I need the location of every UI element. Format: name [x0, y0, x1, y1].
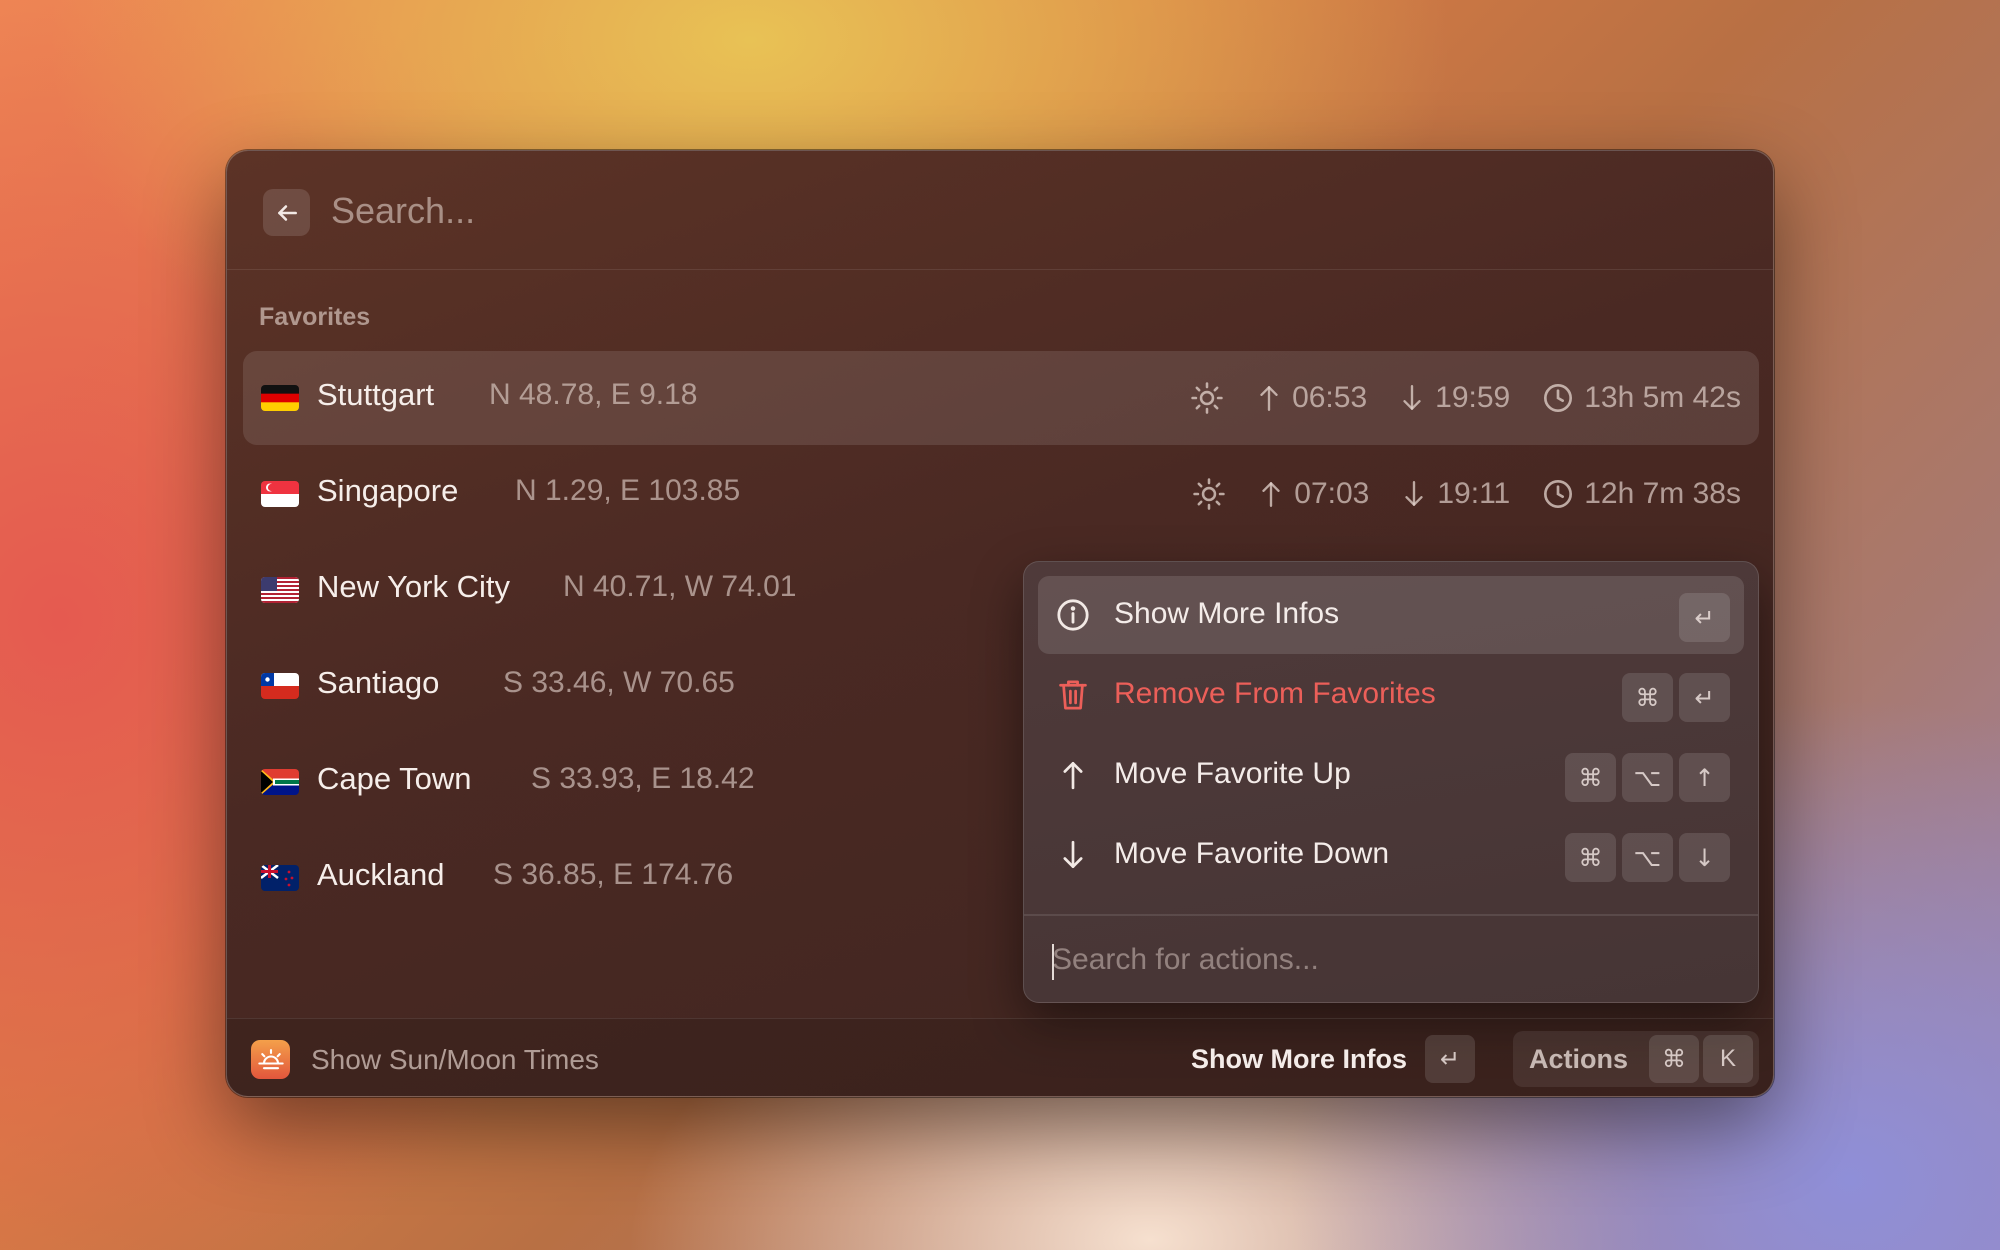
city-coordinates: S 36.85, E 174.76 — [493, 858, 734, 891]
search-bar — [227, 151, 1773, 270]
city-name: Santiago — [317, 665, 440, 700]
day-length: 12h 7m 38s — [1542, 477, 1741, 511]
footer-bar: Show Sun/Moon Times Show More Infos ↵ Ac… — [227, 1018, 1773, 1096]
germany-flag-icon — [261, 385, 299, 411]
k-key: K — [1703, 1035, 1753, 1083]
city-name: Auckland — [317, 857, 445, 892]
info-icon — [1056, 598, 1090, 632]
clock-icon — [1544, 480, 1573, 508]
sun-times: 07:03 19:11 12h 7m 38s — [1160, 471, 1741, 517]
action-label: Remove From Favorites — [1114, 677, 1436, 710]
option-key: ⌥ — [1622, 753, 1673, 802]
sunset-time: 19:11 — [1401, 477, 1510, 511]
usa-flag-icon — [261, 577, 299, 603]
sunrise-time: 06:53 — [1256, 381, 1367, 415]
command-key: ⌘ — [1565, 833, 1616, 882]
down-arrow-key: ↓ — [1679, 833, 1730, 882]
arrow-left-icon — [277, 204, 297, 221]
arrow-up-icon — [1056, 758, 1090, 792]
return-key: ↵ — [1679, 673, 1730, 722]
city-coordinates: S 33.46, W 70.65 — [503, 666, 735, 699]
singapore-flag-icon — [261, 481, 299, 507]
shortcut: ⌘ ⌥ ↑ — [1565, 753, 1730, 802]
city-coordinates: S 33.93, E 18.42 — [531, 762, 755, 795]
city-name: Cape Town — [317, 761, 472, 796]
sun-icon — [1190, 381, 1224, 415]
action-label: Show More Infos — [1114, 597, 1340, 630]
arrow-down-icon — [1405, 481, 1424, 506]
command-key: ⌘ — [1649, 1035, 1699, 1083]
option-key: ⌥ — [1622, 833, 1673, 882]
shortcut: ⌘ ⌥ ↓ — [1565, 833, 1730, 882]
command-key: ⌘ — [1622, 673, 1673, 722]
city-coordinates: N 48.78, E 9.18 — [489, 378, 698, 411]
sun-times: 06:53 19:59 13h 5m 42s — [1158, 375, 1741, 421]
trash-icon — [1056, 678, 1090, 712]
city-coordinates: N 40.71, W 74.01 — [563, 570, 797, 603]
back-button[interactable] — [263, 189, 310, 236]
day-length: 13h 5m 42s — [1542, 381, 1741, 415]
text-caret — [1052, 944, 1054, 980]
list-item-singapore[interactable]: Singapore N 1.29, E 103.85 07:03 19:11 1… — [243, 447, 1759, 541]
primary-action-button[interactable]: Show More Infos — [1191, 1044, 1407, 1075]
city-coordinates: N 1.29, E 103.85 — [515, 474, 741, 507]
up-arrow-key: ↑ — [1679, 753, 1730, 802]
clock-icon — [1544, 384, 1573, 412]
action-move-favorite-up[interactable]: Move Favorite Up ⌘ ⌥ ↑ — [1038, 736, 1744, 814]
raycast-window: Favorites Stuttgart N 48.78, E 9.18 06:5… — [226, 150, 1774, 1097]
arrow-down-icon — [1056, 838, 1090, 872]
action-panel: Show More Infos ↵ Remove From Favorites … — [1023, 561, 1759, 1003]
sunset-time: 19:59 — [1399, 381, 1510, 415]
command-title: Show Sun/Moon Times — [311, 1044, 599, 1075]
city-name: Stuttgart — [317, 377, 435, 412]
actions-search-input[interactable] — [1052, 932, 1712, 988]
city-name: Singapore — [317, 473, 459, 508]
shortcut: ⌘ ↵ — [1622, 673, 1730, 722]
section-title: Favorites — [259, 303, 371, 331]
action-show-more-infos[interactable]: Show More Infos ↵ — [1038, 576, 1744, 654]
chile-flag-icon — [261, 673, 299, 699]
command-key: ⌘ — [1565, 753, 1616, 802]
shortcut: ↵ — [1679, 593, 1730, 642]
sun-icon — [1192, 477, 1226, 511]
return-key: ↵ — [1425, 1035, 1475, 1083]
action-move-favorite-down[interactable]: Move Favorite Down ⌘ ⌥ ↓ — [1038, 816, 1744, 894]
sunrise-app-icon — [251, 1040, 290, 1079]
actions-label: Actions — [1529, 1044, 1629, 1074]
arrow-up-icon — [1260, 386, 1278, 411]
south-africa-flag-icon — [261, 769, 299, 795]
new-zealand-flag-icon — [261, 865, 299, 891]
action-label: Move Favorite Down — [1114, 837, 1390, 870]
sunrise-time: 07:03 — [1258, 477, 1369, 511]
arrow-down-icon — [1403, 385, 1421, 410]
actions-button[interactable]: Actions ⌘ K — [1513, 1031, 1759, 1087]
divider — [1024, 914, 1758, 916]
search-input[interactable] — [331, 185, 1331, 237]
return-key: ↵ — [1679, 593, 1730, 642]
city-name: New York City — [317, 569, 510, 604]
list-item-stuttgart[interactable]: Stuttgart N 48.78, E 9.18 06:53 19:59 13… — [243, 351, 1759, 445]
action-label: Move Favorite Up — [1114, 757, 1351, 790]
arrow-up-icon — [1262, 482, 1280, 507]
action-remove-from-favorites[interactable]: Remove From Favorites ⌘ ↵ — [1038, 656, 1744, 734]
